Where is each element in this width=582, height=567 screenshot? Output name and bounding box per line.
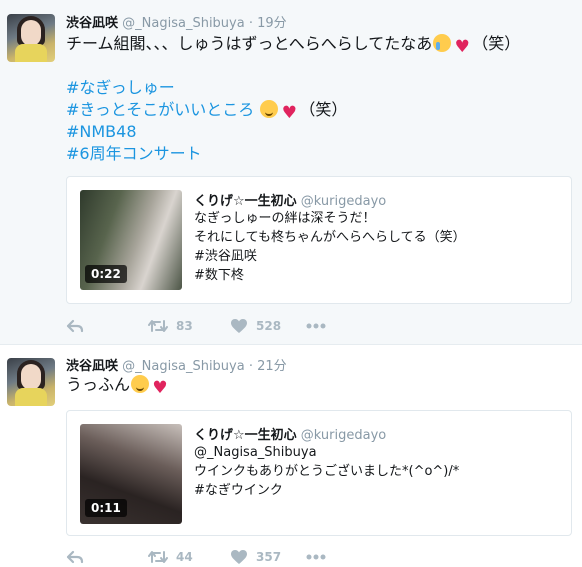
- hashtag-line: #きっとそこがいいところ ♥ （笑）: [66, 99, 347, 122]
- winking-face-emoji: [131, 375, 150, 393]
- reply-icon: [66, 319, 84, 333]
- retweet-button[interactable]: 83: [148, 316, 193, 336]
- separator: ·: [248, 16, 253, 31]
- quoted-tweet[interactable]: 0:11 くりげ☆一生初心 @kurigedayo @_Nagisa_Shibu…: [66, 410, 572, 536]
- like-count: 528: [256, 319, 282, 333]
- retweet-icon: [148, 320, 168, 332]
- hashtag-link[interactable]: #6周年コンサート: [66, 143, 202, 165]
- quoted-text-line: それにしても柊ちゃんがへらへらしてる（笑）: [194, 230, 466, 245]
- tweet-text-line: うっふん: [66, 375, 131, 394]
- retweet-count: 83: [176, 319, 193, 333]
- video-duration: 0:11: [85, 499, 127, 517]
- quoted-author: くりげ☆一生初心 @kurigedayo: [194, 424, 386, 443]
- quoted-tweet[interactable]: 0:22 くりげ☆一生初心 @kurigedayo なぎっしゅーの絆は深そうだ！…: [66, 176, 572, 304]
- tweet-header: 渋谷凪咲 @_Nagisa_Shibuya · 21分: [66, 355, 287, 374]
- video-duration: 0:22: [85, 265, 127, 283]
- tweet-actions: 44 357: [66, 547, 366, 567]
- author-handle[interactable]: @_Nagisa_Shibuya: [122, 16, 245, 31]
- separator: ·: [248, 359, 253, 374]
- more-button[interactable]: [306, 547, 326, 567]
- like-count: 357: [256, 550, 282, 564]
- quoted-text-line: ウインクもありがとうございました*(^o^)/*: [194, 464, 460, 479]
- retweet-count: 44: [176, 550, 193, 564]
- hashtag-link[interactable]: #なぎっしゅー: [66, 77, 175, 99]
- avatar[interactable]: [7, 358, 55, 406]
- timestamp[interactable]: 19分: [257, 16, 287, 31]
- like-button[interactable]: 528: [230, 316, 281, 336]
- avatar[interactable]: [7, 14, 55, 62]
- tweet-text: チーム組閣、、、しゅうはずっとへらへらしてたなあ ♥ （笑）: [66, 33, 520, 56]
- smiling-face-emoji: [260, 100, 279, 118]
- more-button[interactable]: [306, 316, 326, 336]
- quoted-text-line: #渋谷凪咲: [194, 249, 257, 264]
- reply-button[interactable]: [66, 316, 84, 336]
- quoted-text-line[interactable]: @_Nagisa_Shibuya: [194, 444, 317, 462]
- hashtag-link[interactable]: #きっとそこがいいところ: [66, 100, 254, 119]
- heart-emoji: ♥: [281, 103, 298, 123]
- quoted-author-name[interactable]: くりげ☆一生初心: [194, 194, 297, 209]
- video-thumbnail[interactable]: 0:22: [80, 190, 182, 290]
- tweet-text-suffix: （笑）: [472, 34, 521, 53]
- hashtag-suffix: （笑）: [299, 100, 348, 119]
- more-icon: [306, 554, 326, 560]
- quoted-author-handle[interactable]: @kurigedayo: [301, 428, 386, 443]
- more-icon: [306, 323, 326, 329]
- crying-face-emoji: [433, 34, 452, 52]
- heart-emoji: ♥: [454, 37, 470, 57]
- quoted-author: くりげ☆一生初心 @kurigedayo: [194, 190, 386, 209]
- hashtag-link[interactable]: #NMB48: [66, 121, 137, 143]
- tweet[interactable]: 渋谷凪咲 @_Nagisa_Shibuya · 21分 うっふん ♥ 0:11 く…: [0, 346, 582, 567]
- reply-icon: [66, 550, 84, 564]
- heart-icon: [231, 319, 247, 333]
- video-thumbnail[interactable]: 0:11: [80, 424, 182, 524]
- tweet-actions: 83 528: [66, 316, 366, 336]
- heart-icon: [231, 550, 247, 564]
- retweet-icon: [148, 551, 168, 563]
- author-name[interactable]: 渋谷凪咲: [66, 16, 118, 31]
- tweet-text-line: チーム組閣、、、しゅうはずっとへらへらしてたなあ: [66, 34, 433, 53]
- like-button[interactable]: 357: [230, 547, 281, 567]
- heart-emoji: ♥: [152, 378, 168, 398]
- quoted-text-line[interactable]: #なぎウインク: [194, 482, 283, 500]
- retweet-button[interactable]: 44: [148, 547, 193, 567]
- author-name[interactable]: 渋谷凪咲: [66, 359, 118, 374]
- quoted-author-handle[interactable]: @kurigedayo: [301, 194, 386, 209]
- timestamp[interactable]: 21分: [257, 359, 287, 374]
- reply-button[interactable]: [66, 547, 84, 567]
- quoted-text-line: なぎっしゅーの絆は深そうだ！: [194, 211, 376, 226]
- quoted-author-name[interactable]: くりげ☆一生初心: [194, 428, 297, 443]
- tweet-header: 渋谷凪咲 @_Nagisa_Shibuya · 19分: [66, 12, 287, 31]
- tweet-text: うっふん ♥: [66, 374, 170, 397]
- author-handle[interactable]: @_Nagisa_Shibuya: [122, 359, 245, 374]
- quoted-text-line: #数下柊: [194, 268, 244, 283]
- tweet[interactable]: 渋谷凪咲 @_Nagisa_Shibuya · 19分 チーム組閣、、、しゅうは…: [0, 0, 582, 345]
